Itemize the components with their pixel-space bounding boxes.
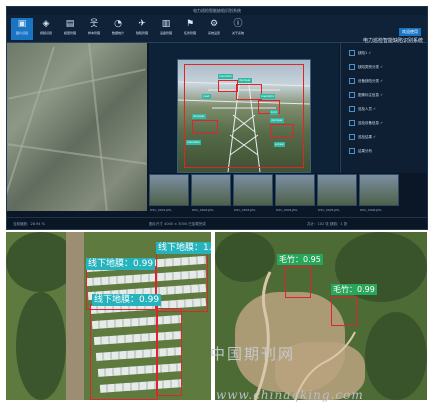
detection-label: damper <box>192 114 206 119</box>
welcome-badge: 欢迎使用 <box>399 28 421 36</box>
toolbar-button-settings[interactable]: ⚙ 系统设置 <box>203 18 225 40</box>
defect-side-panel: 缺陷1 ✓ 缺陷类别分类 ✓ 设备缺陷分类 ✓ 图像标注信息 ✓ 巡检人员 ✓ … <box>340 43 427 173</box>
side-panel-item[interactable]: 结果分析 <box>349 147 372 156</box>
thumbnail-caption: DSC_0001.JPG <box>150 208 172 212</box>
status-bar: 当前缩放：28.94 % 图片尺寸 4000 × 3000 已加载完成 共计：1… <box>7 217 427 229</box>
detection-box <box>236 84 262 100</box>
side-panel-item[interactable]: 缺陷1 ✓ <box>349 49 371 58</box>
status-counts: 共计：102 张 缺陷：1 张 <box>307 222 348 226</box>
thumbnail-caption: DSC_0005.JPG <box>318 208 340 212</box>
toolbar-button-image-recognition[interactable]: ▣ 图片识别 <box>11 18 33 40</box>
greenhouse-detection-image: 线下地膜：1.00 线下地膜：0.99 线下地膜：0.99 <box>6 232 211 400</box>
image-icon: ▣ <box>17 19 27 29</box>
detection-label: 线下地膜：1.00 <box>156 242 211 254</box>
detection-label: insulator <box>218 74 234 79</box>
detection-box <box>156 308 182 396</box>
detection-box <box>331 296 357 326</box>
map-road <box>8 68 146 100</box>
status-message: 图片尺寸 4000 × 3000 已加载完成 <box>149 222 206 226</box>
toolbar-button-samples[interactable]: 웃 样本管理 <box>83 18 105 40</box>
chart-icon: ◔ <box>114 19 122 29</box>
dirt-road <box>66 232 84 400</box>
side-panel-item[interactable]: 图像标注信息 ✓ <box>349 91 383 100</box>
detection-label: 毛竹：0.99 <box>331 284 377 295</box>
satellite-map[interactable] <box>7 43 147 211</box>
toolbar-button-tasks[interactable]: ⚑ 任务管理 <box>179 18 201 40</box>
side-panel-item[interactable]: 巡检人员 ✓ <box>349 105 376 114</box>
side-panel-item[interactable]: 缺陷类别分类 ✓ <box>349 63 383 72</box>
inspection-app-window: 电力巡检智能缺陷识别系统 ▣ 图片识别 ◈ 视频识别 ▤ 模型管理 웃 样本管理… <box>6 6 428 230</box>
device-icon: ▥ <box>161 19 171 29</box>
thumbnail[interactable]: DSC_0003.JPG <box>233 174 273 212</box>
detection-label: damper <box>238 78 252 83</box>
person-icon: 웃 <box>89 19 99 29</box>
plane-icon: ✈ <box>138 19 146 29</box>
thumbnail-strip: DSC_0001.JPG DSC_0002.JPG DSC_0003.JPG D… <box>149 174 399 212</box>
detection-label: bird <box>270 110 278 115</box>
thumbnail-caption: DSC_0004.JPG <box>276 208 298 212</box>
watermark-url: www.chinaqking.com <box>216 388 364 402</box>
thumbnail[interactable]: DSC_0006.JPG <box>359 174 399 212</box>
detection-label: 线下地膜：0.99 <box>86 258 156 270</box>
thumbnail[interactable]: DSC_0004.JPG <box>275 174 315 212</box>
detection-box <box>270 124 294 138</box>
toolbar-button-model[interactable]: ▤ 模型管理 <box>59 18 81 40</box>
detection-label: insulator <box>260 94 276 99</box>
detection-label: 毛竹：0.95 <box>277 254 323 265</box>
side-panel-item[interactable]: 巡检结果 ✓ <box>349 133 376 142</box>
brand-area: 欢迎使用 电力巡检智能缺陷识别系统 2019-05-21 10:08:57 <box>353 18 423 49</box>
gear-icon: ⚙ <box>209 19 219 29</box>
detection-label: insulator <box>186 140 202 145</box>
map-road <box>7 46 55 208</box>
task-icon: ⚑ <box>185 19 195 29</box>
save-icon: ▤ <box>65 19 75 29</box>
thumbnail[interactable]: DSC_0002.JPG <box>191 174 231 212</box>
detection-label: damper <box>270 118 284 123</box>
tree-canopy <box>16 292 66 400</box>
thumbnail-caption: DSC_0003.JPG <box>234 208 256 212</box>
map-road <box>7 143 147 165</box>
tower-photo: insulator damper nest insulator bird dam… <box>177 59 311 173</box>
detection-box <box>285 266 311 298</box>
detection-label: nest <box>202 94 211 99</box>
image-viewer[interactable]: insulator damper nest insulator bird dam… <box>149 43 339 173</box>
detection-box <box>192 120 218 134</box>
info-icon: ⓘ <box>233 19 243 29</box>
status-zoom: 当前缩放：28.94 % <box>13 222 45 226</box>
thumbnail-caption: DSC_0006.JPG <box>360 208 382 212</box>
side-panel-item[interactable]: 巡检设备信息 ✓ <box>349 119 383 128</box>
main-toolbar: ▣ 图片识别 ◈ 视频识别 ▤ 模型管理 웃 样本管理 ◔ 数据统计 ✈ 缺陷管… <box>7 15 427 49</box>
detection-box <box>156 252 208 312</box>
toolbar-button-devices[interactable]: ▥ 设备管理 <box>155 18 177 40</box>
toolbar-button-defects[interactable]: ✈ 缺陷管理 <box>131 18 153 40</box>
bamboo-detection-image: 毛竹：0.95 毛竹：0.99 <box>215 232 427 400</box>
app-title: 电力巡检智能缺陷识别系统 <box>7 7 427 15</box>
toolbar-button-stats[interactable]: ◔ 数据统计 <box>107 18 129 40</box>
thumbnail-caption: DSC_0002.JPG <box>192 208 214 212</box>
watermark-cn: 中国期刊网 <box>210 345 296 363</box>
detection-box <box>218 80 238 92</box>
thumbnail[interactable]: DSC_0001.JPG <box>149 174 189 212</box>
side-panel-item[interactable]: 设备缺陷分类 ✓ <box>349 77 383 86</box>
cube-icon: ◈ <box>42 19 50 29</box>
toolbar-button-about[interactable]: ⓘ 关于系统 <box>227 18 249 40</box>
map-road <box>88 43 108 211</box>
thumbnail[interactable]: DSC_0005.JPG <box>317 174 357 212</box>
toolbar-button-video[interactable]: ◈ 视频识别 <box>35 18 57 40</box>
detection-label: 线下地膜：0.99 <box>92 294 162 306</box>
detection-label: screw <box>274 142 285 147</box>
detection-box <box>90 304 158 400</box>
